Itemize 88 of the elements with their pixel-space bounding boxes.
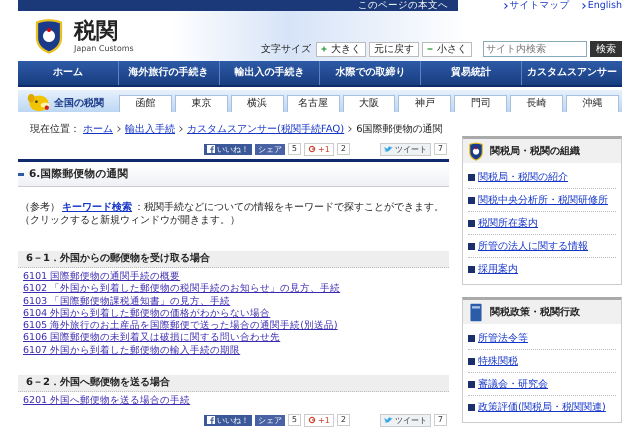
section-heading: 6－2．外国へ郵便物を送る場合 (18, 375, 449, 392)
plus-one-button[interactable]: +1 (304, 414, 334, 427)
section-heading: 6－1．外国からの郵便物を受け取る場合 (18, 251, 449, 268)
sidebar-panel-title: 関税局・税関の組織 (490, 144, 580, 158)
tweet-count: 7 (434, 143, 447, 155)
share-button[interactable]: シェア (254, 414, 285, 426)
question-link[interactable]: 6106 国際郵便物の未到着又は破損に関する問い合わせ先 (23, 332, 280, 345)
sidebar-link[interactable]: 特殊関税 (478, 354, 518, 368)
region-tab[interactable]: 名古屋 (286, 95, 340, 112)
tweet-button[interactable]: ツイート (380, 142, 431, 156)
reference-note: （クリックすると新規ウィンドウが開きます。） (20, 214, 241, 227)
mascot-icon (26, 93, 52, 112)
plus-one-count: 2 (336, 414, 350, 426)
plus-one-count: 2 (336, 143, 350, 155)
region-tab[interactable]: 門司 (454, 95, 508, 112)
minus-icon (427, 46, 433, 52)
breadcrumb-current: 6国際郵便物の通関 (356, 122, 443, 136)
nav-item[interactable]: 海外旅行の手続き (118, 61, 219, 85)
question-link[interactable]: 6103 「国際郵便物課税通知書」の見方、手続 (23, 296, 230, 308)
breadcrumb-label: 現在位置： (30, 122, 80, 136)
facebook-icon (206, 145, 215, 153)
question-link[interactable]: 6201 外国へ郵便物を送る場合の手続 (23, 395, 190, 408)
share-button[interactable]: シェア (254, 144, 285, 154)
tweet-button[interactable]: ツイート (380, 414, 431, 427)
sidebar-link[interactable]: 採用案内 (478, 262, 518, 276)
question-link[interactable]: 6102 「外国から到着した郵便物の税関手続のお知らせ」の見方、手続 (23, 283, 340, 296)
question-link[interactable]: 6107 外国から到着した郵便物の輸入手続の期限 (23, 344, 240, 358)
book-icon (468, 302, 484, 322)
nav-item[interactable]: カスタムスアンサー (521, 61, 622, 85)
region-tab[interactable]: 沖縄 (566, 95, 620, 112)
sidebar-link[interactable]: 審議会・研究会 (478, 377, 548, 391)
page-title: 6.国際郵便物の通関 (29, 167, 128, 181)
site-logo-text: 税関 (74, 20, 119, 44)
reference-text: （参考） キーワード検索 ：税関手続などについての情報をキーワードで探すことができます。 (20, 201, 445, 214)
chevron-icon (348, 126, 352, 132)
top-link[interactable]: サイトマップ (510, 0, 570, 12)
search-button[interactable]: 検索 (590, 41, 622, 57)
chevron-icon (117, 126, 121, 132)
sidebar-link[interactable]: 関税中央分析所・税関研修所 (478, 193, 608, 207)
font-size-button[interactable]: 大きく (316, 42, 366, 56)
region-tab[interactable]: 横浜 (230, 95, 284, 112)
region-tab[interactable]: 函館 (119, 95, 172, 112)
nav-item[interactable]: 水際での取締り (319, 61, 420, 85)
nav-item[interactable]: ホーム (18, 61, 118, 85)
question-link[interactable]: 6105 海外旅行のお土産品を国際郵便で送った場合の通関手続(別送品) (23, 320, 338, 332)
sidebar-panel-title: 関税政策・税関行政 (490, 306, 580, 319)
plus-one-button[interactable]: +1 (304, 142, 334, 156)
emblem-icon (468, 142, 484, 160)
nav-item[interactable]: 貿易統計 (420, 61, 522, 85)
question-link[interactable]: 6101 国際郵便物の通関手続の概要 (23, 271, 180, 284)
bird-icon (384, 146, 393, 152)
skip-to-content-link[interactable]: このページの本文へ (18, 0, 458, 11)
sidebar-link[interactable]: 所管の法人に関する情報 (478, 239, 588, 253)
plus-icon (321, 46, 327, 52)
google-plus-icon (308, 416, 316, 424)
question-link[interactable]: 6104 外国から到着した郵便物の価格がわからない場合 (23, 308, 270, 320)
sidebar-link[interactable]: 税関所在案内 (478, 216, 538, 230)
customs-emblem-icon (34, 18, 64, 54)
chevron-icon (504, 2, 508, 8)
like-button[interactable]: いいね！ (204, 414, 252, 426)
chevron-icon (582, 2, 586, 8)
keyword-search-link[interactable]: キーワード検索 (62, 202, 132, 213)
site-logo-subtext: Japan Customs (74, 44, 134, 52)
font-size-button[interactable]: 小さく (422, 42, 472, 56)
region-tab[interactable]: 大阪 (342, 95, 396, 112)
breadcrumb-link[interactable]: 輸出入手続 (125, 122, 175, 136)
bird-icon (384, 416, 393, 424)
breadcrumb-link[interactable]: ホーム (83, 122, 113, 136)
regions-title: 全国の税関 (54, 96, 104, 110)
tweet-count: 7 (434, 414, 447, 426)
nav-item[interactable]: 輸出入の手続き (218, 61, 320, 85)
chevron-icon (179, 126, 183, 132)
like-button[interactable]: いいね！ (204, 144, 252, 154)
search-field[interactable]: サイト内検索 (483, 41, 587, 57)
sidebar-link[interactable]: 政策評価(関税局・税関関連) (478, 400, 606, 414)
top-link[interactable]: English (588, 0, 622, 11)
share-count: 5 (288, 414, 302, 426)
share-count: 5 (288, 143, 302, 155)
sidebar-link[interactable]: 所管法令等 (478, 331, 528, 345)
font-size-label: 文字サイズ (261, 42, 311, 56)
region-tab[interactable]: 神戸 (398, 95, 452, 112)
region-tab[interactable]: 長崎 (510, 95, 564, 112)
facebook-icon (206, 416, 215, 424)
google-plus-icon (308, 145, 316, 153)
breadcrumb-link[interactable]: カスタムスアンサー(税関手続FAQ) (187, 122, 344, 136)
font-size-button[interactable]: 元に戻す (369, 42, 419, 56)
sidebar-link[interactable]: 関税局・税関の紹介 (478, 170, 568, 184)
region-tab[interactable]: 東京 (174, 95, 228, 112)
